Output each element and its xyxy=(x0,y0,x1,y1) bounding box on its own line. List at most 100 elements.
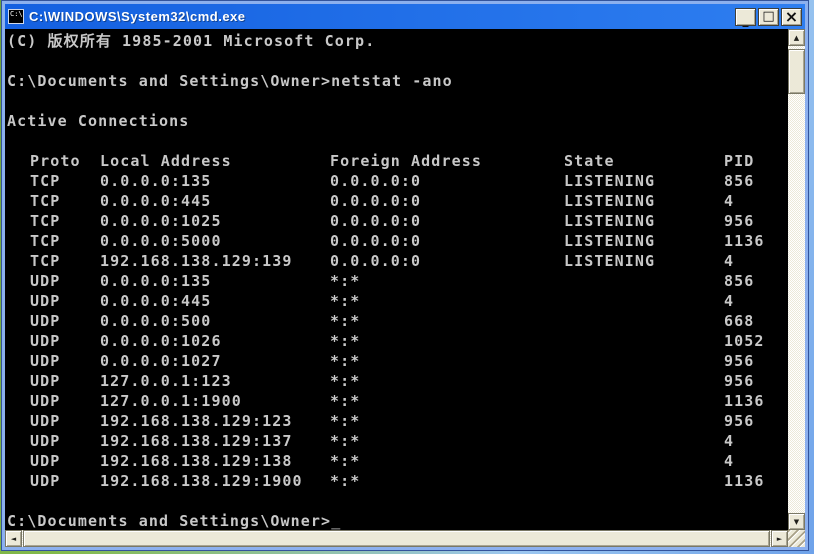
table-cell: UDP xyxy=(30,351,100,371)
table-cell: 1052 xyxy=(724,331,788,351)
table-cell: TCP xyxy=(30,251,100,271)
table-cell: UDP xyxy=(30,271,100,291)
table-row: TCP0.0.0.0:10250.0.0.0:0LISTENING956 xyxy=(7,211,788,231)
window-controls: _ □ × xyxy=(735,8,802,26)
title-bar[interactable]: C:\ C:\WINDOWS\System32\cmd.exe _ □ × xyxy=(5,4,805,29)
table-row: UDP127.0.0.1:123*:*956 xyxy=(7,371,788,391)
table-row: TCP0.0.0.0:50000.0.0.0:0LISTENING1136 xyxy=(7,231,788,251)
table-cell: 0.0.0.0:1027 xyxy=(100,351,330,371)
table-cell: *:* xyxy=(330,431,564,451)
text-cursor: _ xyxy=(331,512,341,530)
cmd-icon: C:\ xyxy=(8,9,24,24)
console-output[interactable]: (C) 版权所有 1985-2001 Microsoft Corp. C:\Do… xyxy=(5,29,788,530)
arrow-left-icon: ◄ xyxy=(11,535,16,543)
close-button[interactable]: × xyxy=(781,8,802,26)
table-cell: 956 xyxy=(724,411,788,431)
header-local: Local Address xyxy=(100,151,330,171)
table-cell: UDP xyxy=(30,331,100,351)
scroll-down-button[interactable]: ▼ xyxy=(788,513,805,530)
table-row: UDP192.168.138.129:137*:* 4 xyxy=(7,431,788,451)
table-cell: UDP xyxy=(30,411,100,431)
table-cell: *:* xyxy=(330,411,564,431)
table-cell: LISTENING xyxy=(564,251,724,271)
close-icon: × xyxy=(785,10,798,24)
table-cell: 4 xyxy=(724,431,788,451)
table-cell xyxy=(564,431,724,451)
table-row: UDP127.0.0.1:1900*:*1136 xyxy=(7,391,788,411)
maximize-icon: □ xyxy=(762,10,774,23)
table-cell: *:* xyxy=(330,291,564,311)
table-cell: LISTENING xyxy=(564,171,724,191)
prompt-text: C:\Documents and Settings\Owner> xyxy=(7,512,331,530)
table-cell: 1136 xyxy=(724,231,788,251)
table-cell: 856 xyxy=(724,271,788,291)
table-cell: TCP xyxy=(30,191,100,211)
table-cell: UDP xyxy=(30,451,100,471)
table-cell: 0.0.0.0:0 xyxy=(330,231,564,251)
table-row: TCP0.0.0.0:1350.0.0.0:0LISTENING856 xyxy=(7,171,788,191)
table-cell: 0.0.0.0:445 xyxy=(100,191,330,211)
connections-table: TCP0.0.0.0:1350.0.0.0:0LISTENING856TCP0.… xyxy=(7,171,788,491)
table-cell: 4 xyxy=(724,291,788,311)
table-cell: 0.0.0.0:135 xyxy=(100,171,330,191)
table-cell: 192.168.138.129:137 xyxy=(100,431,330,451)
resize-grip[interactable] xyxy=(788,530,805,547)
table-cell: TCP xyxy=(30,231,100,251)
minimize-button[interactable]: _ xyxy=(735,8,756,26)
table-cell xyxy=(564,471,724,491)
table-cell: 1136 xyxy=(724,471,788,491)
header-pid: PID xyxy=(724,151,788,171)
header-state: State xyxy=(564,151,724,171)
table-cell xyxy=(564,451,724,471)
table-row: UDP192.168.138.129:1900*:*1136 xyxy=(7,471,788,491)
scroll-left-button[interactable]: ◄ xyxy=(5,530,22,547)
vertical-scroll-track[interactable] xyxy=(788,46,805,513)
table-row: UDP0.0.0.0:445*:* 4 xyxy=(7,291,788,311)
table-cell xyxy=(564,371,724,391)
table-cell: 4 xyxy=(724,191,788,211)
maximize-button[interactable]: □ xyxy=(758,8,779,26)
vertical-scroll-thumb[interactable] xyxy=(788,49,805,94)
table-cell: *:* xyxy=(330,371,564,391)
table-cell: *:* xyxy=(330,391,564,411)
table-cell: 0.0.0.0:0 xyxy=(330,171,564,191)
table-cell: UDP xyxy=(30,291,100,311)
horizontal-scroll-track[interactable] xyxy=(22,530,771,547)
table-cell: TCP xyxy=(30,211,100,231)
arrow-down-icon: ▼ xyxy=(794,518,799,526)
table-row: UDP0.0.0.0:135*:*856 xyxy=(7,271,788,291)
table-cell xyxy=(564,391,724,411)
table-cell: LISTENING xyxy=(564,211,724,231)
table-cell: 192.168.138.129:123 xyxy=(100,411,330,431)
table-cell: *:* xyxy=(330,351,564,371)
table-cell: TCP xyxy=(30,171,100,191)
table-cell: 956 xyxy=(724,211,788,231)
table-cell: 0.0.0.0:445 xyxy=(100,291,330,311)
table-row: UDP0.0.0.0:500*:*668 xyxy=(7,311,788,331)
table-cell: 956 xyxy=(724,371,788,391)
command-line: C:\Documents and Settings\Owner>netstat … xyxy=(7,71,788,91)
arrow-up-icon: ▲ xyxy=(794,34,799,42)
table-cell: *:* xyxy=(330,311,564,331)
table-cell: 0.0.0.0:1026 xyxy=(100,331,330,351)
table-cell: 127.0.0.1:123 xyxy=(100,371,330,391)
table-row: UDP192.168.138.129:123*:* 956 xyxy=(7,411,788,431)
table-cell: *:* xyxy=(330,451,564,471)
cmd-window: C:\ C:\WINDOWS\System32\cmd.exe _ □ × (C… xyxy=(2,1,808,550)
table-header: Proto Local Address Foreign Address Stat… xyxy=(7,151,788,171)
table-cell: 127.0.0.1:1900 xyxy=(100,391,330,411)
prompt-line: C:\Documents and Settings\Owner>_ xyxy=(7,511,788,530)
table-cell: 0.0.0.0:0 xyxy=(330,211,564,231)
table-cell xyxy=(564,331,724,351)
horizontal-scroll-thumb[interactable] xyxy=(23,530,770,547)
table-cell: UDP xyxy=(30,431,100,451)
table-cell: LISTENING xyxy=(564,191,724,211)
table-cell: 668 xyxy=(724,311,788,331)
scroll-right-button[interactable]: ► xyxy=(771,530,788,547)
header-foreign: Foreign Address xyxy=(330,151,564,171)
table-cell: 0.0.0.0:500 xyxy=(100,311,330,331)
table-cell: UDP xyxy=(30,471,100,491)
blank-line xyxy=(7,131,788,151)
minimize-icon: _ xyxy=(743,17,749,23)
scroll-up-button[interactable]: ▲ xyxy=(788,29,805,46)
